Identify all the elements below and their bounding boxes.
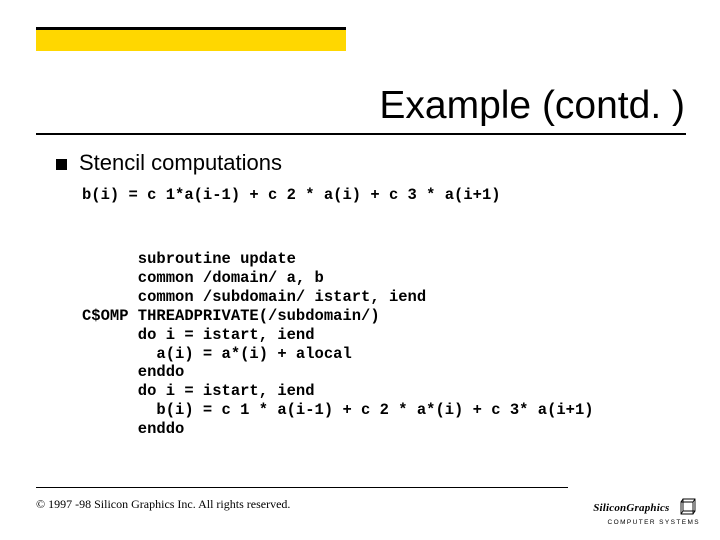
- footer-copyright: © 1997 -98 Silicon Graphics Inc. All rig…: [36, 497, 290, 512]
- logo-brand-text: SiliconGraphics: [593, 502, 669, 514]
- logo-subtext: COMPUTER SYSTEMS: [593, 519, 700, 526]
- sgi-logo: SiliconGraphics COMPUTER SYSTEMS: [593, 496, 700, 526]
- slide-body: Stencil computations b(i) = c 1*a(i-1) +…: [56, 150, 676, 439]
- code-block: subroutine update common /domain/ a, b c…: [82, 250, 676, 439]
- cube-icon: [678, 496, 700, 518]
- title-underline: [36, 133, 686, 135]
- bullet-text: Stencil computations: [79, 150, 282, 176]
- decorative-top-band: [36, 27, 346, 51]
- footer-rule: [36, 487, 568, 488]
- slide: Example (contd. ) Stencil computations b…: [0, 0, 720, 540]
- stencil-equation: b(i) = c 1*a(i-1) + c 2 * a(i) + c 3 * a…: [82, 186, 676, 204]
- slide-title: Example (contd. ): [0, 84, 685, 128]
- bullet-item: Stencil computations: [56, 150, 676, 176]
- square-bullet-icon: [56, 159, 67, 170]
